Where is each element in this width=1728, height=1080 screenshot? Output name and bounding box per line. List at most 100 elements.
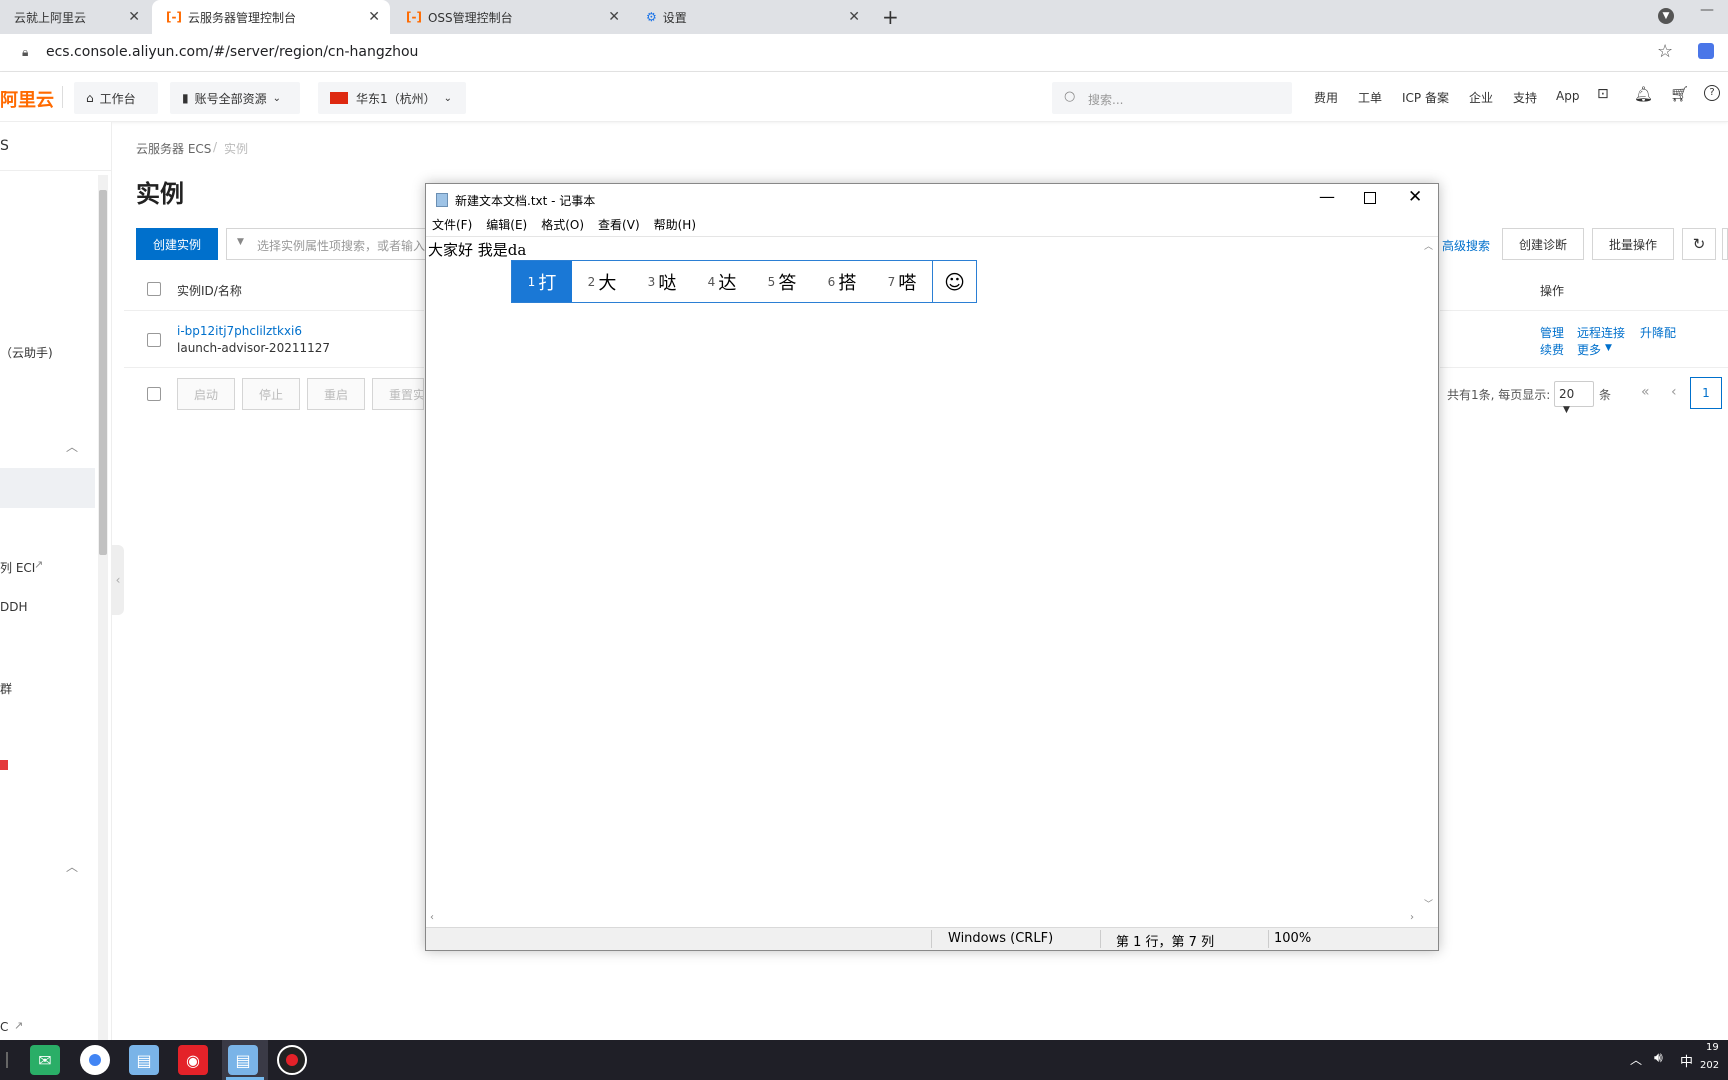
- tab-ecs-console[interactable]: [-] 云服务器管理控制台 ✕: [152, 0, 390, 34]
- notepad-app-icon[interactable]: ▤: [228, 1045, 258, 1075]
- nav-support[interactable]: 支持: [1513, 89, 1537, 106]
- notepad-text-area[interactable]: 大家好 我是da ︿ ﹀: [426, 236, 1438, 913]
- nav-billing[interactable]: 费用: [1314, 89, 1338, 106]
- advanced-search-link[interactable]: 高级搜索: [1442, 237, 1490, 254]
- close-icon[interactable]: ✕: [608, 9, 620, 25]
- renew-link[interactable]: 续费: [1540, 341, 1564, 358]
- sidebar-item-group[interactable]: 群: [0, 680, 12, 697]
- first-page-icon[interactable]: «: [1641, 384, 1650, 400]
- chrome-icon[interactable]: [80, 1045, 110, 1075]
- chevron-up-icon[interactable]: ︿: [66, 858, 78, 875]
- tab-search-icon[interactable]: ▼: [1658, 8, 1674, 24]
- sidebar-item-c[interactable]: C: [0, 1020, 8, 1034]
- page-size-select[interactable]: 20 ▼: [1554, 381, 1594, 415]
- minimize-icon[interactable]: —: [1319, 187, 1335, 206]
- tab-aliyun-home[interactable]: 云就上阿里云 ✕: [0, 0, 150, 34]
- extension-icon[interactable]: [1698, 43, 1714, 59]
- chevron-up-icon[interactable]: ︿: [66, 438, 78, 455]
- more-link[interactable]: 更多: [1577, 341, 1601, 358]
- clock-date[interactable]: 202: [1700, 1060, 1719, 1071]
- notepad-app-icon[interactable]: ▤: [129, 1045, 159, 1075]
- collapse-sidebar-handle[interactable]: ‹: [112, 545, 124, 615]
- reset-button[interactable]: 重置实: [372, 378, 424, 410]
- breadcrumb-root[interactable]: 云服务器 ECS: [136, 140, 211, 157]
- account-resource-selector[interactable]: ▮ 账号全部资源 ⌄: [170, 82, 300, 114]
- emoji-icon[interactable]: ☺: [932, 261, 976, 302]
- scroll-down-icon[interactable]: ﹀: [1424, 897, 1433, 910]
- scroll-left-icon[interactable]: ‹: [430, 912, 434, 923]
- cart-icon[interactable]: 🛒︎: [1670, 85, 1689, 103]
- menu-view[interactable]: 查看(V): [598, 216, 640, 236]
- ime-candidate-1[interactable]: 1打: [512, 261, 572, 302]
- aliyun-logo[interactable]: 阿里云: [0, 86, 54, 112]
- select-all-checkbox[interactable]: [147, 282, 161, 296]
- menu-edit[interactable]: 编辑(E): [486, 216, 527, 236]
- region-selector[interactable]: 华东1（杭州） ⌄: [318, 82, 466, 114]
- ime-candidate-6[interactable]: 6搭: [812, 261, 872, 302]
- tab-oss-console[interactable]: [-] OSS管理控制台 ✕: [392, 0, 630, 34]
- start-button[interactable]: 启动: [177, 378, 235, 410]
- notepad-title-bar[interactable]: 新建文本文档.txt - 记事本 — ✕: [426, 184, 1438, 216]
- ime-candidate-4[interactable]: 4达: [692, 261, 752, 302]
- sidebar-item-eci[interactable]: 列 ECI: [0, 559, 35, 576]
- tab-settings[interactable]: ⚙ 设置 ✕: [632, 0, 870, 34]
- horizontal-scrollbar[interactable]: ‹ ›: [426, 912, 1420, 927]
- nav-ticket[interactable]: 工单: [1358, 89, 1382, 106]
- terminal-icon[interactable]: ⊡: [1597, 86, 1609, 102]
- netease-music-icon[interactable]: ◉: [178, 1045, 208, 1075]
- workbench-button[interactable]: ⌂ 工作台: [74, 82, 158, 114]
- settings-button-partial[interactable]: [1722, 228, 1728, 260]
- close-icon[interactable]: ✕: [1408, 187, 1422, 207]
- bookmark-star-icon[interactable]: ☆: [1657, 41, 1673, 62]
- close-icon[interactable]: ✕: [368, 9, 380, 25]
- url-field[interactable]: ecs.console.aliyun.com/#/server/region/c…: [46, 44, 418, 60]
- volume-icon[interactable]: 🔊︎: [1654, 1050, 1663, 1066]
- bottom-select-checkbox[interactable]: [147, 387, 161, 401]
- close-icon[interactable]: ✕: [128, 9, 140, 25]
- sidebar-item-instances-active[interactable]: [0, 468, 95, 508]
- clock-time[interactable]: 19: [1706, 1042, 1719, 1053]
- ime-candidate-3[interactable]: 3哒: [632, 261, 692, 302]
- ime-candidate-7[interactable]: 7嗒: [872, 261, 932, 302]
- notepad-menu-bar: 文件(F) 编辑(E) 格式(O) 查看(V) 帮助(H): [426, 216, 1438, 236]
- menu-help[interactable]: 帮助(H): [654, 216, 696, 236]
- page-number-button[interactable]: 1: [1690, 377, 1722, 409]
- ime-candidate-2[interactable]: 2大: [572, 261, 632, 302]
- scroll-up-icon[interactable]: ︿: [1424, 239, 1433, 252]
- stop-button[interactable]: 停止: [242, 378, 300, 410]
- help-icon[interactable]: ?: [1704, 85, 1720, 101]
- restart-button[interactable]: 重启: [307, 378, 365, 410]
- maximize-icon[interactable]: [1364, 192, 1376, 204]
- ime-candidate-5[interactable]: 5答: [752, 261, 812, 302]
- ime-language-indicator[interactable]: 中: [1680, 1051, 1693, 1070]
- remote-connect-link[interactable]: 远程连接: [1577, 324, 1625, 341]
- sidebar-item-cloud-assistant[interactable]: （云助手): [0, 344, 53, 361]
- tray-chevron-up-icon[interactable]: ︿: [1630, 1051, 1642, 1068]
- menu-file[interactable]: 文件(F): [432, 216, 472, 236]
- minimize-icon[interactable]: —: [1700, 2, 1714, 18]
- wechat-icon[interactable]: ✉: [30, 1045, 60, 1075]
- row-checkbox[interactable]: [147, 333, 161, 347]
- instance-id-link[interactable]: i-bp12itj7phclilztkxi6: [177, 324, 302, 338]
- nav-app[interactable]: App: [1556, 89, 1579, 103]
- record-icon[interactable]: [277, 1045, 307, 1075]
- create-diagnosis-button[interactable]: 创建诊断: [1502, 228, 1584, 260]
- prev-page-icon[interactable]: ‹: [1671, 384, 1677, 400]
- manage-link[interactable]: 管理: [1540, 324, 1564, 341]
- vertical-scrollbar[interactable]: ︿ ﹀: [1420, 237, 1438, 913]
- refresh-button[interactable]: ↻: [1682, 228, 1716, 260]
- menu-format[interactable]: 格式(O): [541, 216, 584, 236]
- nav-icp[interactable]: ICP 备案: [1402, 89, 1449, 106]
- bell-icon[interactable]: 🔔︎: [1634, 85, 1653, 103]
- sidebar-scrollbar-thumb[interactable]: [99, 190, 107, 555]
- resize-link[interactable]: 升降配: [1640, 324, 1676, 341]
- close-icon[interactable]: ✕: [848, 9, 860, 25]
- sidebar-item-ddh[interactable]: DDH: [0, 600, 28, 614]
- batch-operations-button[interactable]: 批量操作: [1592, 228, 1674, 260]
- scroll-right-icon[interactable]: ›: [1410, 912, 1414, 923]
- instance-search-input[interactable]: ▼ 选择实例属性项搜索，或者输入: [226, 228, 426, 260]
- new-tab-icon[interactable]: +: [882, 5, 899, 29]
- create-instance-button[interactable]: 创建实例: [136, 228, 218, 260]
- global-search-input[interactable]: ○ 搜索...: [1052, 82, 1292, 114]
- nav-enterprise[interactable]: 企业: [1469, 89, 1493, 106]
